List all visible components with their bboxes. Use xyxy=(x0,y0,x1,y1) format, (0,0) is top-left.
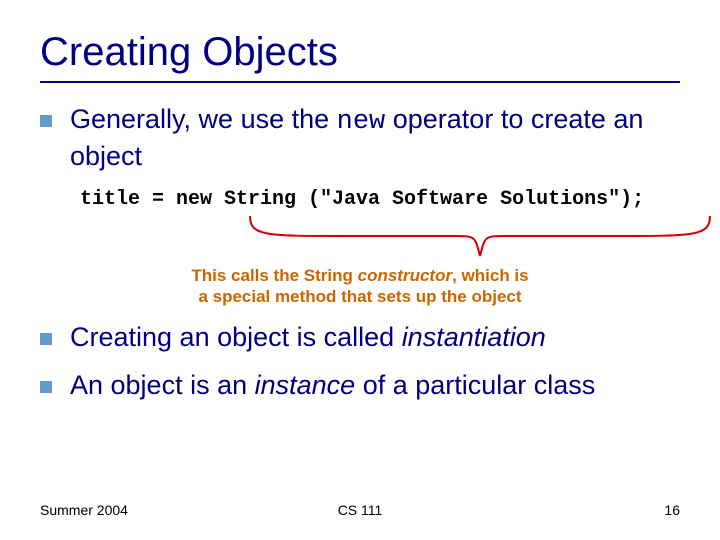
bullet-icon xyxy=(40,381,52,393)
bullet-icon xyxy=(40,333,52,345)
bullet-2-ital: instantiation xyxy=(402,322,546,352)
callout-line1-post: , which is xyxy=(452,266,529,285)
slide: Creating Objects Generally, we use the n… xyxy=(0,0,720,540)
bullet-1-mono: new xyxy=(337,107,386,137)
title-rule xyxy=(40,81,680,83)
footer-center: CS 111 xyxy=(40,502,680,518)
callout-line1-pre: This calls the String xyxy=(191,266,357,285)
bullet-2-text: Creating an object is called instantiati… xyxy=(70,321,546,355)
bullet-icon xyxy=(40,115,52,127)
bullet-3-pre: An object is an xyxy=(70,370,255,400)
callout-line1-ital: constructor xyxy=(358,266,452,285)
bullet-2: Creating an object is called instantiati… xyxy=(40,321,680,355)
bullet-3: An object is an instance of a particular… xyxy=(40,369,680,403)
bullet-3-post: of a particular class xyxy=(355,370,595,400)
bullet-1-pre: Generally, we use the xyxy=(70,104,337,134)
slide-title: Creating Objects xyxy=(40,30,680,75)
bullet-1: Generally, we use the new operator to cr… xyxy=(40,103,680,174)
bullet-3-ital: instance xyxy=(255,370,356,400)
callout-line2: a special method that sets up the object xyxy=(198,287,521,306)
curly-brace-icon xyxy=(245,211,715,261)
bullet-2-pre: Creating an object is called xyxy=(70,322,402,352)
bullet-1-text: Generally, we use the new operator to cr… xyxy=(70,103,680,174)
footer: Summer 2004 CS 111 16 xyxy=(40,502,680,518)
brace-wrap xyxy=(40,211,680,261)
callout: This calls the String constructor, which… xyxy=(140,265,580,308)
code-line: title = new String ("Java Software Solut… xyxy=(80,188,680,211)
bullet-3-text: An object is an instance of a particular… xyxy=(70,369,595,403)
